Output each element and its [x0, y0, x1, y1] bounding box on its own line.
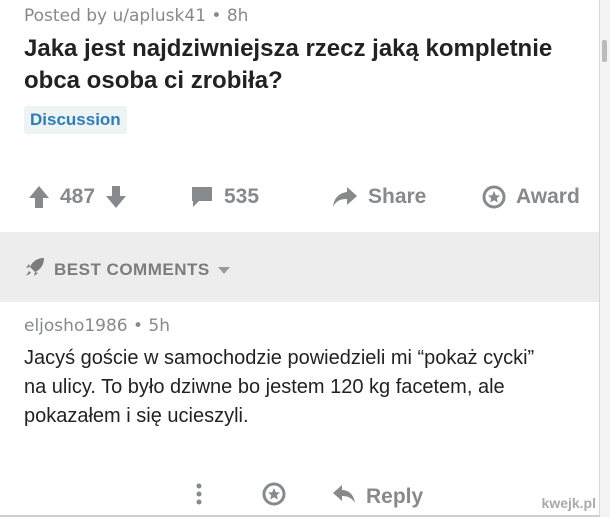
post-flair[interactable]: Discussion [24, 106, 127, 134]
vote-count: 487 [60, 185, 96, 208]
comment-award-button[interactable] [262, 480, 286, 514]
post-card: Posted by u/aplusk41 • 8h Jaka jest najd… [0, 0, 600, 232]
reply-button[interactable]: Reply [332, 480, 423, 514]
sort-dropdown[interactable]: BEST COMMENTS [24, 256, 230, 283]
share-button[interactable]: Share [332, 178, 426, 216]
comment-card: eljosho1986 • 5h Jacyś goście w samochod… [0, 302, 600, 517]
reply-arrow-icon [332, 484, 356, 510]
share-label: Share [368, 185, 427, 208]
comments-button[interactable]: 535 [190, 178, 259, 216]
sort-label: BEST COMMENTS [54, 259, 210, 279]
award-button[interactable]: Award [482, 178, 580, 216]
reply-label: Reply [366, 485, 424, 508]
rocket-icon [24, 256, 46, 283]
watermark: kwejk.pl [541, 495, 596, 511]
comment-meta[interactable]: eljosho1986 • 5h [24, 316, 170, 336]
post-title[interactable]: Jaka jest najdziwniejsza rzecz jaką komp… [24, 33, 584, 97]
share-arrow-icon [332, 186, 358, 208]
chevron-down-icon [217, 260, 230, 280]
more-options-button[interactable] [196, 480, 202, 514]
comment-body: Jacyś goście w samochodzie powiedzieli m… [24, 347, 535, 427]
award-icon [262, 482, 286, 512]
award-icon [482, 185, 506, 209]
comments-count: 535 [224, 185, 260, 208]
comment-actions-bar: Reply [0, 480, 600, 514]
comment-bubble-icon [190, 186, 214, 208]
post-actions-bar: 487 535 Share Award [0, 178, 600, 216]
vote-group: 487 [28, 178, 127, 216]
award-label: Award [516, 185, 580, 208]
post-meta[interactable]: Posted by u/aplusk41 • 8h [24, 6, 248, 26]
arrow-down-icon[interactable] [105, 185, 127, 209]
scrollbar[interactable] [599, 0, 610, 517]
arrow-up-icon[interactable] [28, 185, 50, 209]
scrollbar-thumb[interactable] [602, 40, 607, 62]
more-vertical-icon [196, 483, 202, 511]
best-comments-bar: BEST COMMENTS [0, 232, 600, 302]
